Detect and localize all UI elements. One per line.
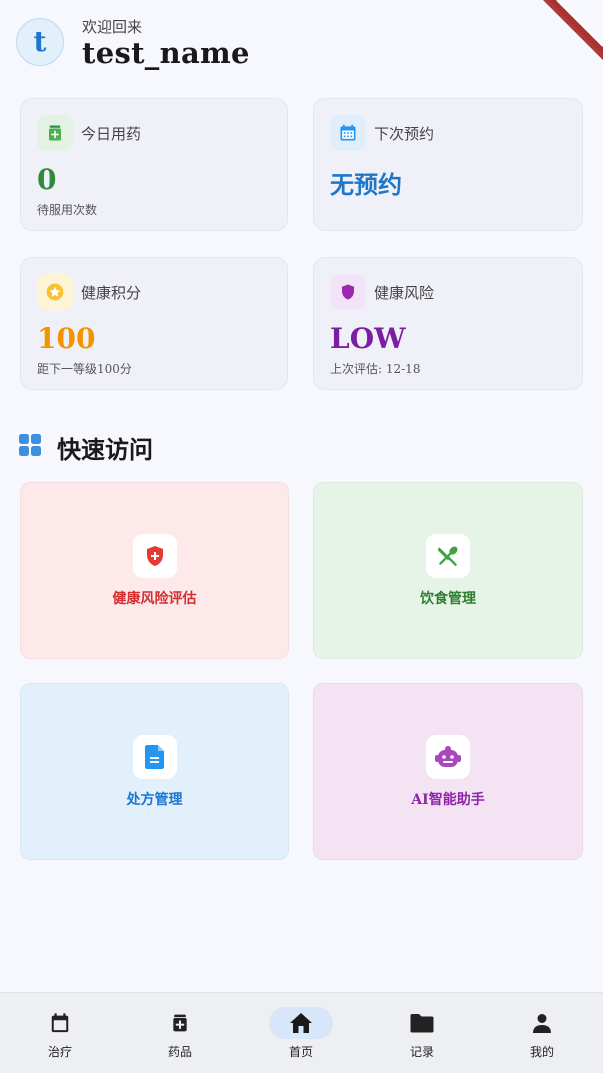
home-icon	[269, 1007, 333, 1039]
stat-value: LOW	[330, 322, 406, 355]
stat-label: 今日用药	[81, 125, 142, 143]
stat-value: 100	[37, 322, 96, 355]
quick-label: 健康风险评估	[112, 591, 197, 607]
welcome-text: 欢迎回来	[82, 18, 143, 36]
quick-label: 饮食管理	[420, 591, 476, 607]
robot-icon	[426, 735, 470, 779]
quick-label: AI智能助手	[411, 792, 485, 808]
nav-item-records[interactable]: 记录	[362, 993, 482, 1073]
grid-icon	[19, 434, 41, 456]
nav-label: 首页	[288, 1045, 313, 1059]
quick-prescription-button[interactable]: 处方管理	[20, 683, 289, 860]
stat-card-medication[interactable]: 今日用药 0 待服用次数	[20, 98, 288, 231]
shield-icon	[330, 274, 366, 310]
medicine-bottle-icon	[148, 1007, 212, 1039]
document-icon	[133, 735, 177, 779]
utensils-icon	[426, 534, 470, 578]
stat-card-points[interactable]: 健康积分 100 距下一等级100分	[20, 257, 288, 390]
avatar[interactable]: t	[16, 18, 64, 66]
debug-ribbon-icon	[543, 0, 603, 60]
person-icon	[510, 1007, 574, 1039]
stat-card-appointment[interactable]: 下次预约 无预约	[313, 98, 583, 231]
section-title: 快速访问	[57, 435, 153, 464]
nav-label: 我的	[529, 1045, 554, 1059]
calendar-icon	[330, 115, 366, 151]
stat-card-risk[interactable]: 健康风险 LOW 上次评估: 12-18	[313, 257, 583, 390]
star-icon	[37, 274, 73, 310]
nav-item-home[interactable]: 首页	[241, 993, 361, 1073]
nav-item-treatment[interactable]: 治疗	[0, 993, 120, 1073]
nav-label: 治疗	[47, 1045, 72, 1059]
medicine-bottle-icon	[37, 115, 73, 151]
stat-sub: 上次评估: 12-18	[330, 362, 421, 376]
quick-health-risk-button[interactable]: 健康风险评估	[20, 482, 289, 659]
stat-label: 健康风险	[374, 284, 435, 302]
stat-label: 健康积分	[81, 284, 142, 302]
nav-label: 记录	[409, 1045, 434, 1059]
calendar-icon	[28, 1007, 92, 1039]
nav-item-profile[interactable]: 我的	[482, 993, 602, 1073]
nav-label: 药品	[167, 1045, 192, 1059]
folder-icon	[390, 1007, 454, 1039]
header: t 欢迎回来 test_name	[0, 0, 603, 90]
quick-diet-button[interactable]: 饮食管理	[313, 482, 583, 659]
stat-value: 0	[37, 163, 57, 196]
stat-sub: 距下一等级100分	[37, 362, 132, 376]
quick-ai-assistant-button[interactable]: AI智能助手	[313, 683, 583, 860]
nav-item-medicine[interactable]: 药品	[120, 993, 240, 1073]
stat-label: 下次预约	[374, 125, 435, 143]
quick-label: 处方管理	[126, 792, 183, 808]
stat-value: 无预约	[330, 170, 402, 199]
health-shield-icon	[133, 534, 177, 578]
bottom-nav: 治疗 药品 首页 记录 我的	[0, 992, 603, 1073]
stat-sub: 待服用次数	[37, 203, 98, 217]
username: test_name	[82, 36, 250, 70]
